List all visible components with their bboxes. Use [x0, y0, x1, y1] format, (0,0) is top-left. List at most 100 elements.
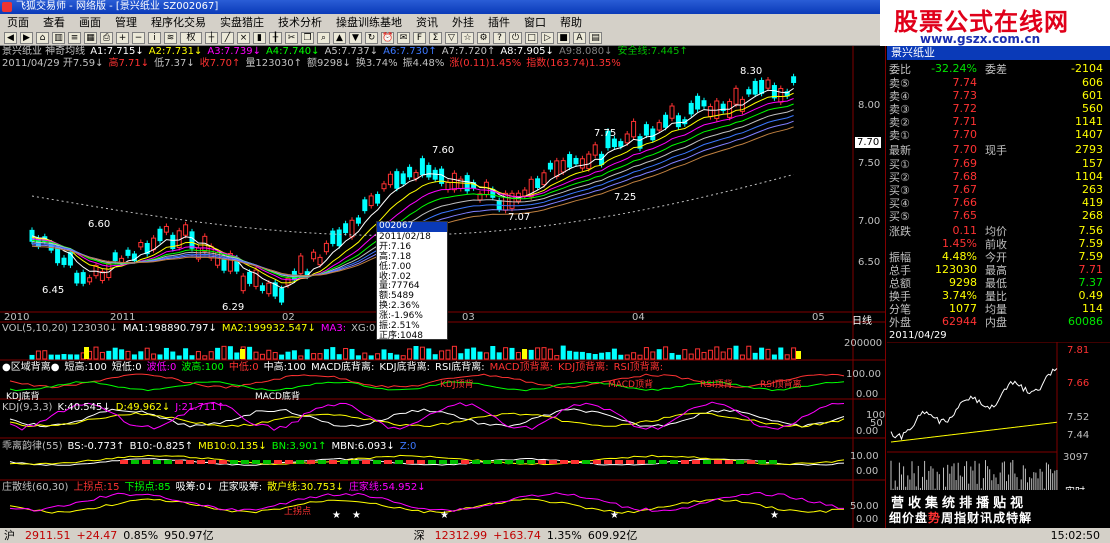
menu-item[interactable]: 技术分析 — [271, 14, 329, 30]
candle-body — [624, 133, 630, 144]
bars-icon[interactable]: ▮ — [253, 31, 266, 44]
news-icon[interactable]: ✉ — [397, 31, 410, 44]
volume-bar — [784, 354, 790, 360]
f10-icon[interactable]: F — [413, 31, 426, 44]
candle-body — [535, 178, 541, 189]
window-icon[interactable]: □ — [525, 31, 538, 44]
sh-index[interactable]: 2911.51 — [25, 528, 71, 543]
date-label: 04 — [632, 312, 645, 323]
divergence-label: KDJ顶背 — [440, 380, 474, 390]
help-icon[interactable]: ? — [493, 31, 506, 44]
period-icon[interactable]: ≋ — [164, 31, 177, 44]
menu-item[interactable]: 资讯 — [409, 14, 445, 30]
menu-item[interactable]: 程序化交易 — [144, 14, 213, 30]
exit-icon[interactable]: ⏻ — [509, 31, 522, 44]
candle-body — [631, 120, 637, 138]
up-icon[interactable]: ▲ — [333, 31, 346, 44]
ask-row[interactable]: 卖① 7.70 1407 — [887, 128, 1107, 142]
menu-item[interactable]: 画面 — [72, 14, 108, 30]
volume-value: MA2:199932.547↓ — [221, 323, 316, 334]
bid-row[interactable]: 买⑤ 7.65 268 — [887, 209, 1107, 223]
list-icon[interactable]: ≡ — [68, 31, 81, 44]
func-shortcut[interactable]: 特 — [1006, 509, 1018, 526]
menu-item[interactable]: 窗口 — [517, 14, 553, 30]
home-icon[interactable]: ⌂ — [36, 31, 49, 44]
print-icon[interactable]: ⎙ — [100, 31, 113, 44]
down-icon[interactable]: ▼ — [349, 31, 362, 44]
menu-item[interactable]: 管理 — [108, 14, 144, 30]
star-icon[interactable]: ☆ — [461, 31, 474, 44]
volume-bar — [349, 348, 355, 360]
sz-index[interactable]: 12312.99 — [435, 528, 488, 543]
menu-item[interactable]: 外挂 — [445, 14, 481, 30]
volume-marker — [84, 347, 89, 359]
bid-row[interactable]: 买③ 7.67 263 — [887, 183, 1107, 197]
back-icon[interactable]: ◀ — [4, 31, 17, 44]
filter-icon[interactable]: ▽ — [445, 31, 458, 44]
calendar-icon[interactable]: ▤ — [589, 31, 602, 44]
cut-icon[interactable]: ✂ — [285, 31, 298, 44]
cross-icon[interactable]: × — [237, 31, 250, 44]
ask-row[interactable]: 卖④ 7.73 601 — [887, 89, 1107, 103]
ask-row[interactable]: 卖⑤ 7.74 606 — [887, 76, 1107, 90]
date-label: 03 — [462, 312, 475, 323]
menu-item[interactable]: 操盘训练基地 — [329, 14, 409, 30]
refresh-icon[interactable]: ↻ — [365, 31, 378, 44]
line-icon[interactable]: ╱ — [221, 31, 234, 44]
func-shortcut[interactable]: 解 — [1019, 509, 1031, 526]
func-shortcut[interactable]: 细 — [889, 509, 901, 526]
search-icon[interactable]: ⌕ — [317, 31, 330, 44]
guaili-bar — [428, 460, 436, 464]
bid-row[interactable]: 买② 7.68 1104 — [887, 170, 1107, 184]
func-shortcut[interactable]: 成 — [993, 509, 1005, 526]
candle-body — [87, 277, 93, 283]
menu-item[interactable]: 插件 — [481, 14, 517, 30]
menu-item[interactable]: 页面 — [0, 14, 36, 30]
forward-icon[interactable]: ▶ — [20, 31, 33, 44]
func-shortcut[interactable]: 盘 — [915, 509, 927, 526]
stat-value: 1.45% — [942, 237, 977, 250]
candle-body — [189, 231, 195, 249]
candle-body — [547, 162, 553, 170]
func-shortcut[interactable]: 讯 — [980, 509, 992, 526]
volume-bar — [746, 345, 752, 360]
bid-row[interactable]: 买④ 7.66 419 — [887, 196, 1107, 210]
bid-row[interactable]: 买① 7.69 157 — [887, 157, 1107, 171]
divergence-label: KDJ底背 — [6, 392, 40, 402]
func-shortcut[interactable]: 指 — [954, 509, 966, 526]
func-shortcut[interactable]: 价 — [902, 509, 914, 526]
stat-value: 114 — [1082, 302, 1103, 315]
alarm-icon[interactable]: ⏰ — [381, 31, 394, 44]
copy-icon[interactable]: ❐ — [301, 31, 314, 44]
guaili-bar — [120, 460, 128, 464]
menu-item[interactable]: 帮助 — [553, 14, 589, 30]
settings-icon[interactable]: ⚙ — [477, 31, 490, 44]
adjust-select-icon[interactable]: 权 — [180, 31, 202, 44]
zoom-out-icon[interactable]: − — [132, 31, 145, 44]
indicator-value: 安全线:7.445↑ — [617, 46, 688, 57]
ask-row[interactable]: 卖② 7.71 1141 — [887, 115, 1107, 129]
volume-bar — [669, 353, 675, 360]
func-shortcut[interactable]: 财 — [967, 509, 979, 526]
latest-row: 最新 7.70 现手 2793 — [887, 143, 1107, 157]
stat-icon[interactable]: Σ — [429, 31, 442, 44]
menu-item[interactable]: 查看 — [36, 14, 72, 30]
chart-icon[interactable]: ▥ — [52, 31, 65, 44]
text-icon[interactable]: A — [573, 31, 586, 44]
ask-row[interactable]: 卖③ 7.72 560 — [887, 102, 1107, 116]
volume-bar — [771, 354, 777, 360]
volume-bar — [176, 355, 182, 360]
func-shortcut[interactable]: 势 — [928, 509, 940, 526]
candles-icon[interactable]: ╂ — [269, 31, 282, 44]
quote-panel[interactable]: 景兴纸业 委比 -32.24% 委差 -2104 卖⑤ 7.74 606 卖④ 7.73… — [887, 46, 1110, 528]
info-icon[interactable]: i — [148, 31, 161, 44]
zoom-in-icon[interactable]: + — [116, 31, 129, 44]
period-label[interactable]: 日线 — [852, 312, 872, 327]
menu-item[interactable]: 实盘猎庄 — [213, 14, 271, 30]
ruler-icon[interactable]: ┼ — [205, 31, 218, 44]
func-shortcut[interactable]: 周 — [941, 509, 953, 526]
volume-bar — [592, 354, 598, 360]
grid-icon[interactable]: ▦ — [84, 31, 97, 44]
stop-icon[interactable]: ■ — [557, 31, 570, 44]
play-icon[interactable]: ▷ — [541, 31, 554, 44]
